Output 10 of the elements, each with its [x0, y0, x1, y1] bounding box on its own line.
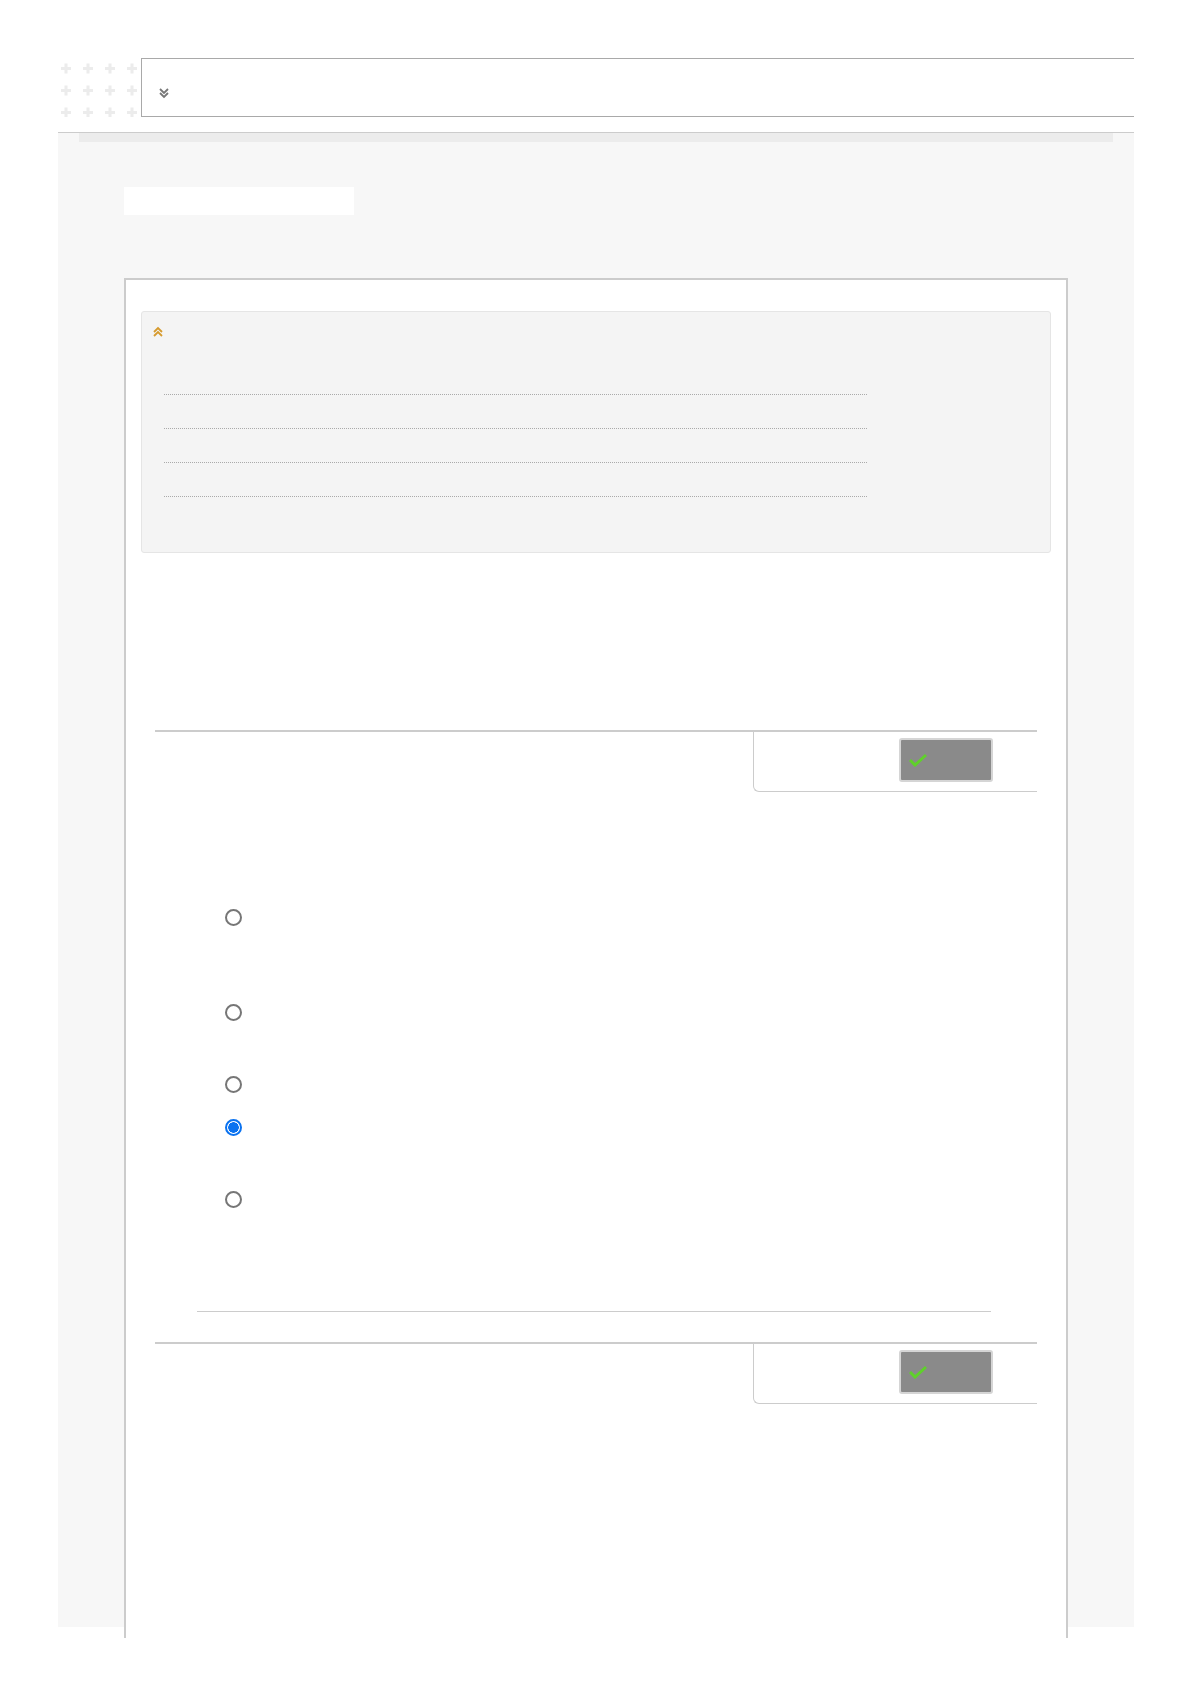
- radio-button[interactable]: [225, 1004, 242, 1021]
- radio-button[interactable]: [225, 1076, 242, 1093]
- checkmark-icon: [909, 1365, 927, 1379]
- radio-button[interactable]: [225, 909, 242, 926]
- checkmark-icon: [909, 753, 927, 767]
- check-button[interactable]: [899, 738, 993, 782]
- radio-button[interactable]: [225, 1191, 242, 1208]
- radio-button[interactable]: [225, 1119, 242, 1136]
- check-button[interactable]: [899, 1350, 993, 1394]
- chevron-down-icon[interactable]: [158, 86, 170, 99]
